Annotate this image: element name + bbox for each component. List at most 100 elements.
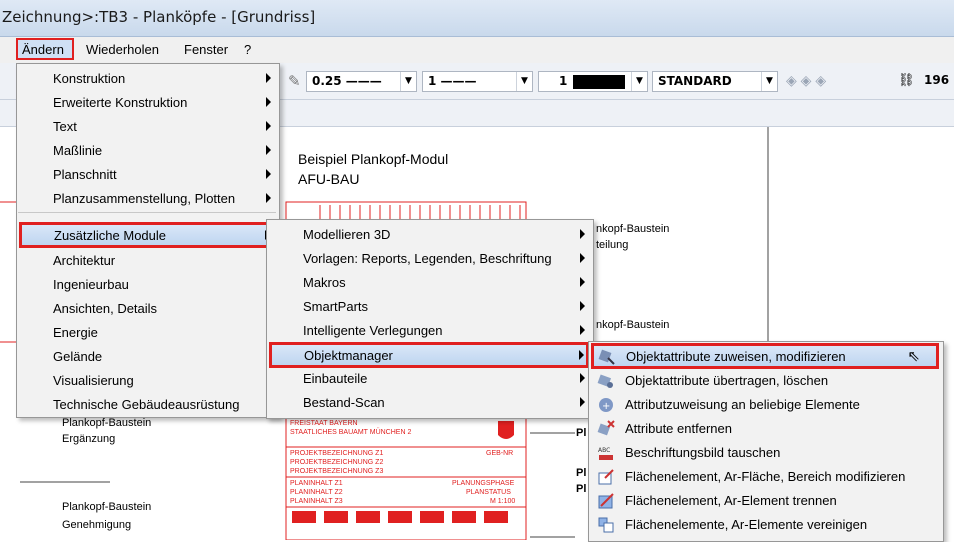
menu-item-konstruktion[interactable]: Konstruktion bbox=[19, 66, 275, 92]
menu-item-label: Energie bbox=[53, 325, 98, 340]
menu-item-label: Beschriftungsbild tauschen bbox=[625, 445, 781, 460]
chevron-down-icon[interactable]: ▼ bbox=[761, 72, 777, 91]
chevron-right-icon bbox=[580, 277, 585, 287]
color-swatch bbox=[573, 75, 625, 89]
menu-item-label: Modellieren 3D bbox=[303, 227, 391, 242]
menu-item-ingenieurbau[interactable]: Ingenieurbau bbox=[19, 272, 275, 298]
svg-text:+: + bbox=[602, 401, 610, 412]
menu-item-attributzuweisung[interactable]: + Attributzuweisung an beliebige Element… bbox=[591, 392, 939, 418]
menu-item-beschriftungsbild[interactable]: ABC Beschriftungsbild tauschen bbox=[591, 440, 939, 466]
menu-item-makros[interactable]: Makros bbox=[269, 270, 589, 296]
menu-aendern[interactable]: Ändern bbox=[16, 38, 74, 60]
project-text: PROJEKTBEZEICHNUNG Z3 bbox=[290, 468, 384, 475]
menu-item-erweiterte-konstruktion[interactable]: Erweiterte Konstruktion bbox=[19, 90, 275, 116]
project-text: GEB-NR bbox=[486, 450, 514, 457]
area-merge-icon bbox=[598, 517, 614, 533]
menu-item-flaechenelement-modifizieren[interactable]: Flächenelement, Ar-Fläche, Bereich modif… bbox=[591, 464, 939, 490]
menu-item-vorlagen[interactable]: Vorlagen: Reports, Legenden, Beschriftun… bbox=[269, 246, 589, 272]
menu-item-label: Planschnitt bbox=[53, 167, 117, 182]
menu-aendern-label: Ändern bbox=[22, 42, 64, 57]
chevron-right-icon bbox=[580, 397, 585, 407]
chain-icon[interactable]: ⛓ bbox=[898, 72, 915, 88]
pen-thickness-combo[interactable]: 0.25 ——— ▼ bbox=[306, 71, 417, 92]
layer-tools-icon[interactable]: ◈ ◈ ◈ bbox=[786, 72, 826, 89]
attribute-transfer-icon bbox=[597, 374, 613, 388]
menu-item-tga[interactable]: Technische Gebäudeausrüstung bbox=[19, 392, 275, 418]
menu-item-label: Architektur bbox=[53, 253, 116, 268]
menu-item-text[interactable]: Text bbox=[19, 114, 275, 140]
menu-item-gelaende[interactable]: Gelände bbox=[19, 344, 275, 370]
chevron-right-icon bbox=[266, 73, 271, 83]
menu-item-zusaetzliche-module[interactable]: Zusätzliche Module bbox=[19, 222, 275, 248]
drawing-label: Plankopf-Baustein bbox=[62, 417, 152, 429]
menu-item-bestand-scan[interactable]: Bestand-Scan bbox=[269, 390, 589, 416]
menu-bar: Ändern Wiederholen Fenster ? bbox=[0, 37, 954, 63]
chevron-right-icon bbox=[266, 169, 271, 179]
menu-item-modellieren-3d[interactable]: Modellieren 3D bbox=[269, 222, 589, 248]
title-bar: Zeichnung>:TB3 - Planköpfe - [Grundriss] bbox=[0, 0, 954, 37]
area-modify-icon bbox=[598, 469, 614, 485]
menu-item-objektattribute-uebertragen[interactable]: Objektattribute übertragen, löschen bbox=[591, 368, 939, 394]
menu-item-label: Flächenelement, Ar-Fläche, Bereich modif… bbox=[625, 469, 906, 484]
right-number: 196 bbox=[924, 73, 950, 87]
menu-item-label: Technische Gebäudeausrüstung bbox=[53, 397, 240, 412]
menu-item-visualisierung[interactable]: Visualisierung bbox=[19, 368, 275, 394]
menu-aendern-dropdown: Konstruktion Erweiterte Konstruktion Tex… bbox=[16, 63, 280, 418]
menu-item-energie[interactable]: Energie bbox=[19, 320, 275, 346]
menu-item-ansichten-details[interactable]: Ansichten, Details bbox=[19, 296, 275, 322]
drawing-label: Pl bbox=[576, 427, 587, 439]
menu-zusaetzliche-module-submenu: Modellieren 3D Vorlagen: Reports, Legend… bbox=[266, 219, 594, 419]
layer-combo[interactable]: STANDARD ▼ bbox=[652, 71, 778, 92]
color-combo[interactable]: 1 ▼ bbox=[538, 71, 648, 92]
menu-fenster[interactable]: Fenster bbox=[184, 42, 228, 57]
menu-item-label: Intelligente Verlegungen bbox=[303, 323, 443, 338]
menu-item-label: Flächenelement, Ar-Element trennen bbox=[625, 493, 837, 508]
chevron-right-icon bbox=[266, 121, 271, 131]
cursor-icon: ⇖ bbox=[907, 348, 920, 365]
chevron-right-icon bbox=[580, 373, 585, 383]
menu-help[interactable]: ? bbox=[244, 42, 251, 57]
stamp-text: FREISTAAT BAYERN bbox=[290, 420, 358, 427]
menu-item-flaechenelement-trennen[interactable]: Flächenelement, Ar-Element trennen bbox=[591, 488, 939, 514]
menu-item-planzusammenstellung[interactable]: Planzusammenstellung, Plotten bbox=[19, 186, 275, 212]
menu-item-intelligente-verlegungen[interactable]: Intelligente Verlegungen bbox=[269, 318, 589, 344]
menu-item-objektmanager[interactable]: Objektmanager bbox=[269, 342, 589, 368]
line-type-combo[interactable]: 1 ——— ▼ bbox=[422, 71, 533, 92]
drawing-heading-2: AFU-BAU bbox=[298, 171, 360, 187]
menu-item-label: SmartParts bbox=[303, 299, 369, 314]
project-text: PROJEKTBEZEICHNUNG Z2 bbox=[290, 459, 384, 466]
menu-item-label: Text bbox=[53, 119, 77, 134]
menu-item-label: Erweiterte Konstruktion bbox=[53, 95, 188, 110]
plan-text: PLANINHALT Z1 bbox=[290, 480, 343, 487]
menu-item-flaechenelemente-vereinigen[interactable]: Flächenelemente, Ar-Elemente vereinigen bbox=[591, 512, 939, 538]
chevron-right-icon bbox=[580, 253, 585, 263]
chevron-right-icon bbox=[580, 325, 585, 335]
pen-icon[interactable]: ✎ bbox=[288, 72, 301, 90]
menu-item-label: Vorlagen: Reports, Legenden, Beschriftun… bbox=[303, 251, 552, 266]
drawing-label: Pl bbox=[576, 467, 587, 479]
chevron-right-icon bbox=[266, 97, 271, 107]
menu-item-label: Maßlinie bbox=[53, 143, 103, 158]
drawing-label: Plankopf-Baustein bbox=[62, 501, 152, 513]
menu-item-architektur[interactable]: Architektur bbox=[19, 248, 275, 274]
menu-item-smartparts[interactable]: SmartParts bbox=[269, 294, 589, 320]
chevron-down-icon[interactable]: ▼ bbox=[516, 72, 532, 91]
menu-item-planschnitt[interactable]: Planschnitt bbox=[19, 162, 275, 188]
menu-wiederholen[interactable]: Wiederholen bbox=[86, 42, 159, 57]
menu-item-einbauteile[interactable]: Einbauteile bbox=[269, 366, 589, 392]
menu-item-label: Ansichten, Details bbox=[53, 301, 158, 316]
menu-item-objektattribute-zuweisen[interactable]: Objektattribute zuweisen, modifizieren ⇖ bbox=[591, 343, 939, 369]
menu-item-attribute-entfernen[interactable]: Attribute entfernen bbox=[591, 416, 939, 442]
window-title: Zeichnung>:TB3 - Planköpfe - [Grundriss] bbox=[2, 8, 316, 26]
menu-item-label: Attribute entfernen bbox=[625, 421, 732, 436]
menu-item-label: Bestand-Scan bbox=[303, 395, 385, 410]
chevron-right-icon bbox=[266, 145, 271, 155]
plan-text: PLANINHALT Z3 bbox=[290, 498, 343, 505]
attribute-any-icon: + bbox=[599, 398, 613, 412]
chevron-down-icon[interactable]: ▼ bbox=[631, 72, 647, 91]
menu-item-masslinie[interactable]: Maßlinie bbox=[19, 138, 275, 164]
chevron-down-icon[interactable]: ▼ bbox=[400, 72, 416, 91]
menu-item-label: Objektattribute übertragen, löschen bbox=[625, 373, 829, 388]
menu-item-label: Objektmanager bbox=[304, 348, 393, 363]
menu-item-label: Ingenieurbau bbox=[53, 277, 129, 292]
